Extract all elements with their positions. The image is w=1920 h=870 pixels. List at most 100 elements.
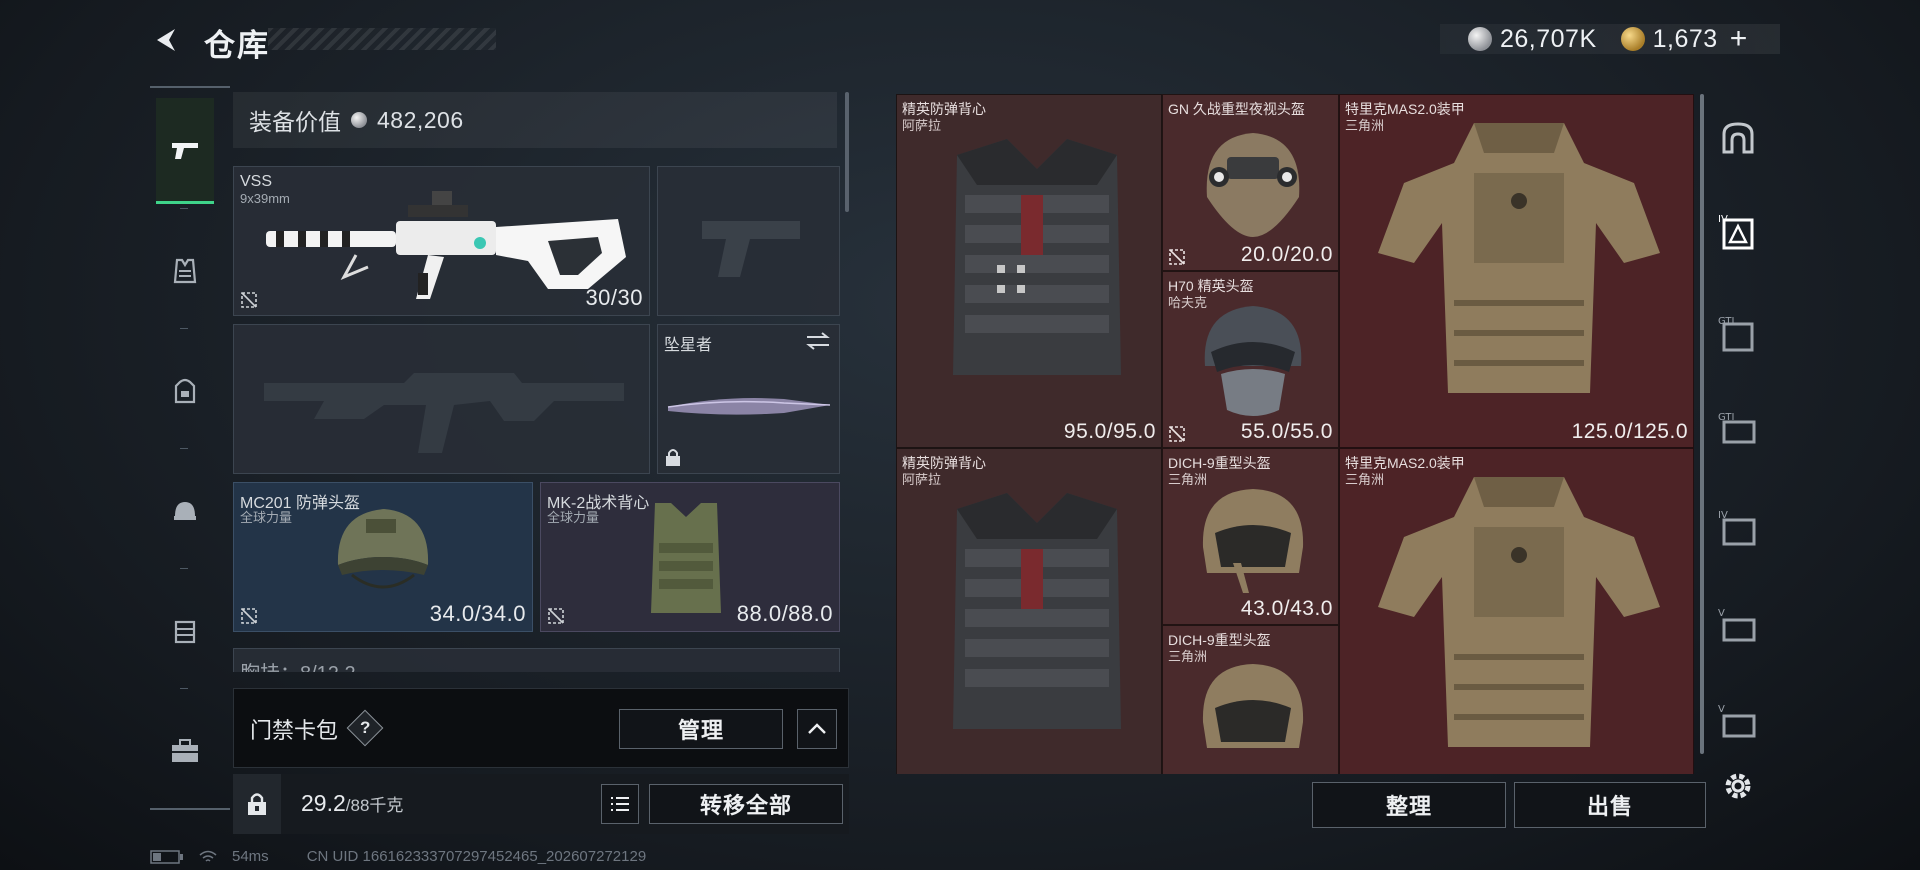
wifi-icon <box>199 850 217 862</box>
rifle-placeholder-icon <box>264 373 624 453</box>
stash-tab-v-2[interactable]: V <box>1712 696 1764 748</box>
vest-maker: 全球力量 <box>547 510 600 525</box>
helmet-image <box>337 509 429 589</box>
stash-item[interactable]: GN 久战重型夜视头盔 20.0/20.0 <box>1162 94 1339 271</box>
user-uid: CN UID 1661623337072974524​65_2026072721… <box>306 848 647 865</box>
vss-rifle-image <box>266 191 626 299</box>
item-durability: 55.0/55.0 <box>1240 420 1333 443</box>
mas-armor-image <box>1378 123 1660 393</box>
divider <box>180 448 188 449</box>
title-decoration <box>268 28 496 50</box>
stash-tab-home[interactable] <box>1712 112 1764 164</box>
no-insurance-icon <box>548 608 564 624</box>
dich-helmet-image <box>1202 489 1304 593</box>
equipment-value: 装备价值 482,206 <box>233 92 837 148</box>
gold-coin-icon <box>1620 27 1645 51</box>
back-arrow-icon <box>157 29 175 51</box>
secondary-weapon-slot[interactable] <box>233 324 650 474</box>
lock-toggle[interactable] <box>233 774 281 834</box>
equipment-value-amount: 482,206 <box>377 106 464 133</box>
stash-item[interactable]: 特里克MAS2.0装甲 三角洲 <box>1339 448 1694 774</box>
nav-case[interactable] <box>156 698 214 804</box>
primary-weapon-slot[interactable]: VSS 9x39mm 30/30 <box>233 166 650 316</box>
no-insurance-icon <box>1169 249 1185 265</box>
carry-weight: 29.2/88千克 <box>301 790 404 816</box>
currency-bar: 26,707K 1,673 + <box>1440 22 1780 56</box>
collapse-button[interactable] <box>797 709 837 749</box>
chest-rig-icon <box>174 620 196 644</box>
ping: 54ms <box>232 848 269 865</box>
page-title: 仓库 <box>204 28 270 63</box>
no-insurance-icon <box>1169 426 1185 442</box>
elite-vest-image <box>953 139 1121 375</box>
knife-image <box>667 398 831 415</box>
melee-slot[interactable]: 坠星者 <box>657 324 840 474</box>
nav-rig[interactable] <box>156 578 214 684</box>
sort-button[interactable]: 整理 <box>1312 782 1506 828</box>
stash-tab-gti-1[interactable]: GTI <box>1712 308 1764 360</box>
stash-item[interactable]: 特里克MAS2.0装甲 三角洲 125.0/125.0 <box>1339 94 1694 448</box>
battery-icon <box>150 849 183 864</box>
list-icon <box>611 797 629 811</box>
manage-button[interactable]: 管理 <box>619 709 783 749</box>
chest-rig-row[interactable]: 胸挂：8/12 2 <box>233 648 840 672</box>
vest-durability: 88.0/88.0 <box>736 601 833 626</box>
help-button[interactable]: ? <box>346 709 384 747</box>
stash-item[interactable]: DICH-9重型头盔 三角洲 43.0/43.0 <box>1162 448 1339 625</box>
stash-tab-iv[interactable]: IV <box>1712 206 1764 258</box>
silver-coin-icon <box>1468 27 1492 51</box>
sidearm-slot[interactable] <box>657 166 840 316</box>
helmet-maker: 全球力量 <box>240 510 293 525</box>
melee-name: 坠星者 <box>664 337 713 354</box>
helmet-slot[interactable]: MC201 防弹头盔 全球力量 34.0/34.0 <box>233 482 533 632</box>
item-durability: 20.0/20.0 <box>1240 243 1333 266</box>
item-durability: 125.0/125.0 <box>1571 420 1688 443</box>
card-pack-label: 门禁卡包 <box>250 718 339 743</box>
item-name: GN 久战重型夜视头盔 <box>1168 101 1305 117</box>
vest-icon <box>173 258 197 284</box>
stash-slot-icon: IV <box>1718 510 1756 546</box>
pistol-placeholder-icon <box>702 221 800 277</box>
stash-item[interactable]: DICH-9重型头盔 三角洲 <box>1162 625 1339 774</box>
stash-tab-iv-2[interactable]: IV <box>1712 502 1764 554</box>
silver-balance: 26,707K <box>1500 24 1597 53</box>
stash-slot-icon: GTI <box>1718 316 1754 352</box>
equipment-value-label: 装备价值 <box>249 109 341 135</box>
weapon-durability: 30/30 <box>585 285 643 310</box>
stash-tabs: IV GTI GTI IV V V <box>1704 112 1772 812</box>
svg-text:V: V <box>1718 608 1725 619</box>
chevron-up-icon <box>808 723 826 734</box>
stash-slot-icon: V <box>1718 608 1756 642</box>
stash-slot-icon: V <box>1718 704 1756 738</box>
elite-vest-image <box>953 493 1121 729</box>
gold-balance: 1,673 <box>1652 24 1718 53</box>
equipment-scrollbar[interactable] <box>845 92 849 212</box>
stash-tab-gti-2[interactable]: GTI <box>1712 404 1764 456</box>
stash-tab-v-1[interactable]: V <box>1712 600 1764 652</box>
vest-slot[interactable]: MK-2战术背心 全球力量 88.0/88.0 <box>540 482 840 632</box>
item-durability: 95.0/95.0 <box>1063 420 1156 443</box>
status-line: 54ms CN UID 1661623337072974524​65_20260… <box>150 848 646 865</box>
divider <box>180 328 188 329</box>
stash-item[interactable]: H70 精英头盔 哈夫克 55.0/55.0 <box>1162 271 1339 448</box>
gear-icon <box>1725 773 1751 799</box>
nav-weapon[interactable] <box>156 98 214 204</box>
nav-helmet[interactable] <box>156 458 214 564</box>
list-view-button[interactable] <box>601 784 639 824</box>
swap-icon[interactable] <box>805 331 831 351</box>
divider <box>180 688 188 689</box>
h70-helmet-image <box>1204 306 1302 416</box>
lock-icon <box>666 449 680 466</box>
transfer-all-button[interactable]: 转移全部 <box>649 784 843 824</box>
back-button[interactable] <box>148 22 184 58</box>
stash-item[interactable]: 精英防弹背心 阿萨拉 <box>896 448 1162 774</box>
item-maker: 阿萨拉 <box>902 472 942 487</box>
nav-armor[interactable] <box>156 218 214 324</box>
settings-button[interactable] <box>1712 760 1764 812</box>
sell-button[interactable]: 出售 <box>1514 782 1706 828</box>
divider <box>180 568 188 569</box>
nav-backpack[interactable] <box>156 338 214 444</box>
stash-item[interactable]: 精英防弹背心 阿萨拉 95.0/95.0 <box>896 94 1162 448</box>
add-currency-button[interactable]: + <box>1730 22 1748 56</box>
chest-rig-info: 胸挂：8/12 2 <box>240 657 356 672</box>
